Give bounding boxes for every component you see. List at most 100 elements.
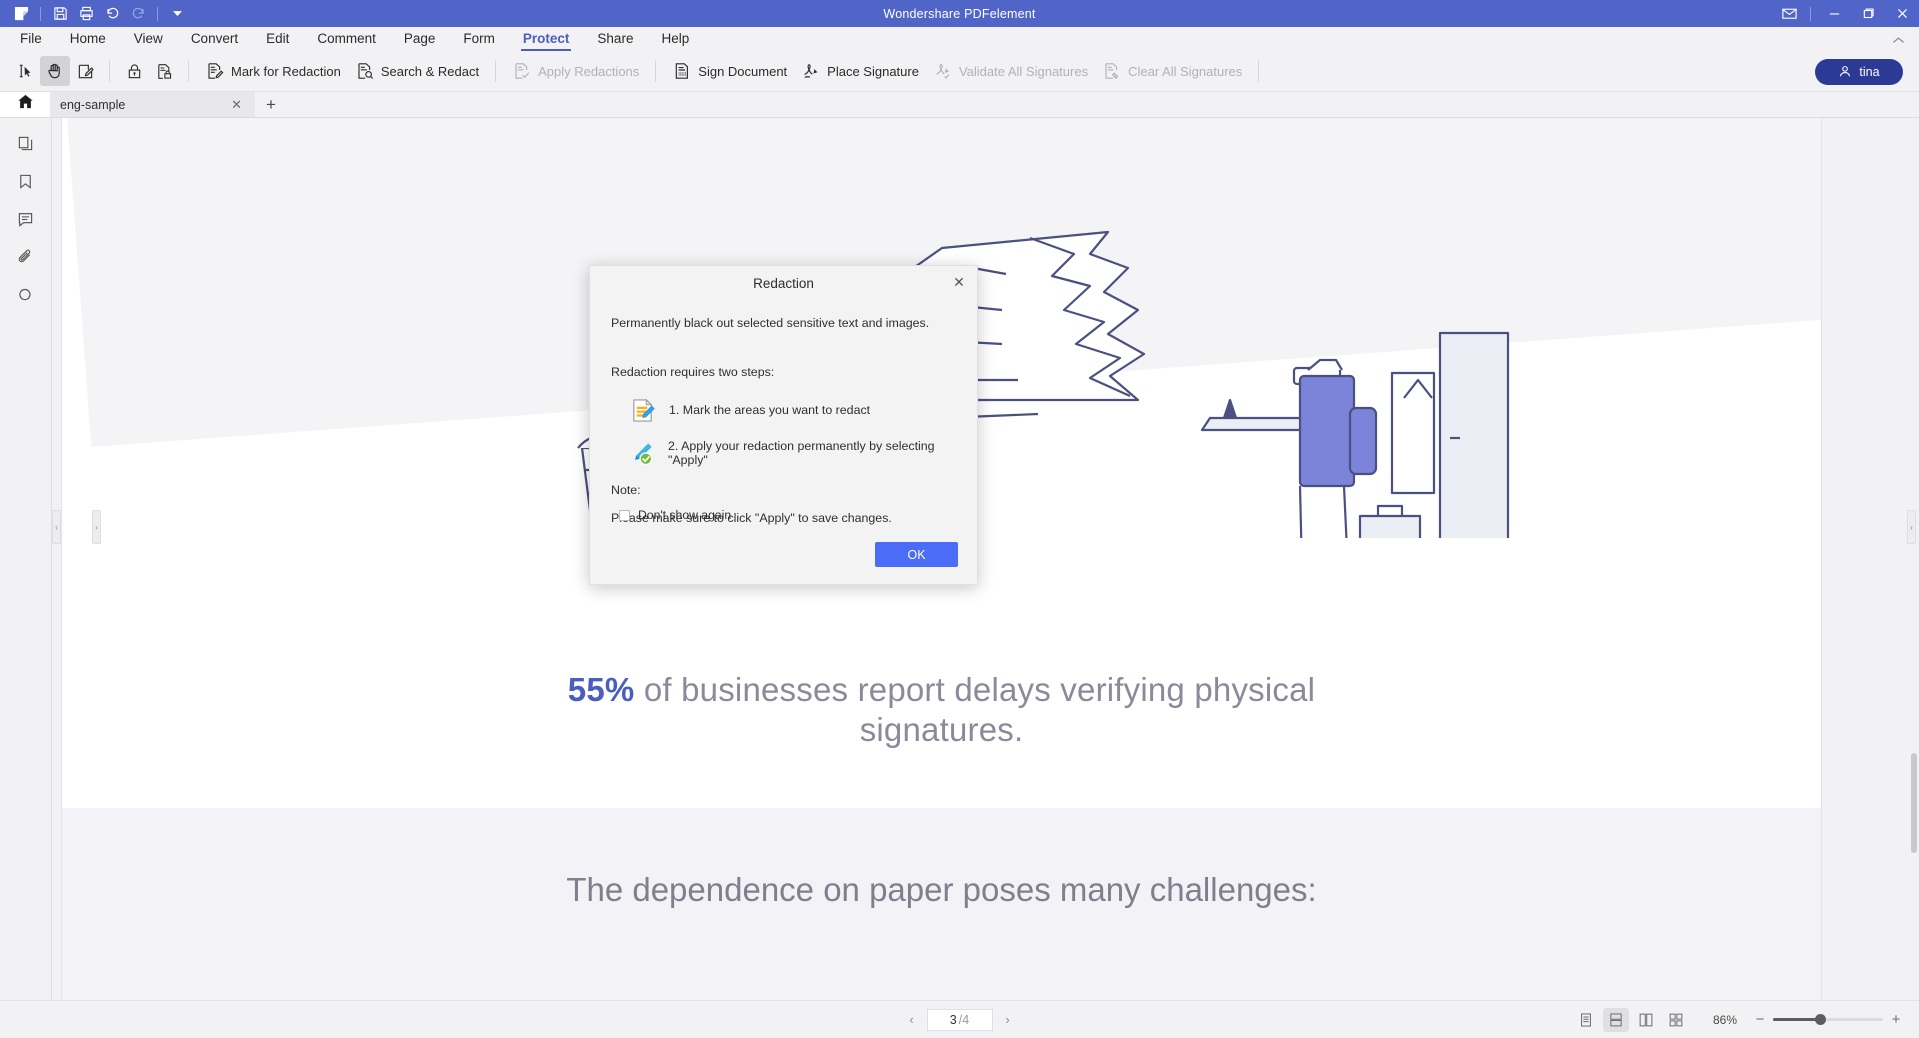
menu-item-protect[interactable]: Protect xyxy=(509,31,584,51)
zoom-slider-knob[interactable] xyxy=(1814,1014,1826,1025)
minimize-button[interactable] xyxy=(1817,0,1851,27)
doc-lock-glyph xyxy=(154,61,174,81)
bookmark-icon[interactable] xyxy=(9,166,43,196)
close-icon[interactable]: ✕ xyxy=(949,272,969,292)
divider xyxy=(495,60,497,82)
ok-button[interactable]: OK xyxy=(875,542,958,567)
account-button[interactable]: tina xyxy=(1815,59,1903,85)
lock-glyph xyxy=(124,61,144,81)
sign-document-label: Sign Document xyxy=(698,63,788,79)
mark-redaction-icon xyxy=(205,61,225,81)
validate-signatures-icon xyxy=(933,61,953,81)
dialog-note-label: Note: xyxy=(611,483,641,498)
search-redact-icon xyxy=(355,61,375,81)
chevron-right-icon[interactable]: › xyxy=(999,1012,1017,1027)
apply-redactions-label: Apply Redactions xyxy=(538,63,640,79)
continuous-view-icon[interactable] xyxy=(1603,1007,1629,1032)
menu-item-form[interactable]: Form xyxy=(449,31,509,51)
expand-left-panel-handle[interactable]: › xyxy=(92,510,101,544)
home-icon xyxy=(17,93,34,115)
menu-item-comment[interactable]: Comment xyxy=(303,31,390,51)
two-page-view-icon[interactable] xyxy=(1633,1008,1659,1032)
title-bar: Wondershare PDFelement xyxy=(0,0,1919,27)
customize-quick-access-icon[interactable] xyxy=(164,3,190,25)
menu-item-convert[interactable]: Convert xyxy=(177,31,252,51)
hand-glyph xyxy=(45,61,65,81)
user-icon xyxy=(1838,64,1852,81)
validate-all-signatures-label: Validate All Signatures xyxy=(958,63,1089,79)
dont-show-again-checkbox[interactable] xyxy=(619,509,630,521)
password-lock-icon[interactable] xyxy=(119,56,149,86)
apply-redaction-highlighter-icon xyxy=(629,440,654,466)
place-signature-button[interactable]: Place Signature xyxy=(794,56,926,86)
plus-icon[interactable]: + xyxy=(1887,1011,1905,1028)
mark-for-redaction-button[interactable]: Mark for Redaction xyxy=(198,56,348,86)
close-icon[interactable]: ✕ xyxy=(228,97,245,113)
clear-all-signatures-button[interactable]: Clear All Signatures xyxy=(1095,56,1249,86)
scrollbar-thumb[interactable] xyxy=(1911,753,1917,853)
document-subheading: The dependence on paper poses many chall… xyxy=(566,871,1317,908)
hero-percent: 55% xyxy=(567,671,635,708)
mail-icon[interactable] xyxy=(1774,3,1804,25)
vertical-scrollbar[interactable] xyxy=(1909,238,1917,958)
chevron-up-icon[interactable] xyxy=(1892,36,1905,48)
search-and-redact-label: Search & Redact xyxy=(380,63,480,79)
dont-show-again-row[interactable]: Don't show again xyxy=(619,508,731,522)
attachments-icon[interactable] xyxy=(9,242,43,272)
close-button[interactable] xyxy=(1885,0,1919,27)
zoom-level-value[interactable]: 86% xyxy=(1703,1013,1747,1027)
menu-item-view[interactable]: View xyxy=(120,31,177,51)
dialog-intro-text: Permanently black out selected sensitive… xyxy=(611,316,930,330)
sign-document-icon xyxy=(672,61,692,81)
menu-item-edit[interactable]: Edit xyxy=(252,31,303,51)
sign-document-button[interactable]: Sign Document xyxy=(665,56,794,86)
grid-view-icon[interactable] xyxy=(1663,1008,1689,1032)
undo-icon[interactable] xyxy=(99,3,125,25)
dont-show-again-label: Don't show again xyxy=(638,508,732,522)
zoom-slider[interactable] xyxy=(1773,1014,1883,1025)
edit-note-icon[interactable] xyxy=(70,56,100,86)
app-logo-icon[interactable] xyxy=(8,3,34,25)
step-1-text: 1. Mark the areas you want to redact xyxy=(669,403,871,418)
search-icon[interactable] xyxy=(9,280,43,310)
search-and-redact-button[interactable]: Search & Redact xyxy=(348,56,486,86)
collapse-left-panel-handle[interactable]: ‹ xyxy=(52,510,61,544)
apply-redactions-button[interactable]: Apply Redactions xyxy=(505,56,646,86)
document-lock-icon[interactable] xyxy=(149,56,179,86)
select-text-icon[interactable] xyxy=(10,56,40,86)
account-label: tina xyxy=(1859,65,1880,79)
menu-item-page[interactable]: Page xyxy=(390,31,450,51)
home-tab[interactable] xyxy=(0,92,50,117)
divider xyxy=(157,6,158,21)
divider xyxy=(1810,6,1811,21)
maximize-button[interactable] xyxy=(1851,0,1885,27)
place-signature-icon xyxy=(801,61,821,81)
validate-all-signatures-button[interactable]: Validate All Signatures xyxy=(926,56,1095,86)
menu-item-file[interactable]: File xyxy=(6,31,56,51)
single-page-view-icon[interactable] xyxy=(1573,1008,1599,1032)
step-row-1: 1. Mark the areas you want to redact xyxy=(611,397,956,423)
place-signature-label: Place Signature xyxy=(827,63,919,79)
window-controls xyxy=(1774,0,1919,27)
ribbon-toolbar: Mark for Redaction Search & Redact Apply… xyxy=(0,51,1919,92)
save-icon[interactable] xyxy=(47,3,73,25)
dialog-footer: Don't show again OK xyxy=(590,498,977,584)
menu-item-help[interactable]: Help xyxy=(647,31,703,51)
comments-icon[interactable] xyxy=(9,204,43,234)
page-number-input[interactable]: 3 /4 xyxy=(926,1008,993,1031)
chevron-left-icon[interactable]: ‹ xyxy=(903,1012,921,1027)
print-icon[interactable] xyxy=(73,3,99,25)
hand-tool-icon[interactable] xyxy=(40,56,70,86)
divider xyxy=(1258,60,1260,82)
menu-item-home[interactable]: Home xyxy=(56,31,120,51)
minus-icon[interactable]: − xyxy=(1751,1011,1769,1028)
document-tab-eng-sample[interactable]: eng-sample ✕ xyxy=(50,92,255,117)
document-viewport[interactable]: 55% of businesses report delays verifyin… xyxy=(52,118,1919,1000)
plus-icon[interactable]: + xyxy=(255,92,287,117)
menu-item-share[interactable]: Share xyxy=(583,31,647,51)
thumbnails-icon[interactable] xyxy=(9,128,43,158)
window-title: Wondershare PDFelement xyxy=(883,6,1036,21)
select-text-glyph xyxy=(15,61,35,81)
redo-icon[interactable] xyxy=(125,3,151,25)
